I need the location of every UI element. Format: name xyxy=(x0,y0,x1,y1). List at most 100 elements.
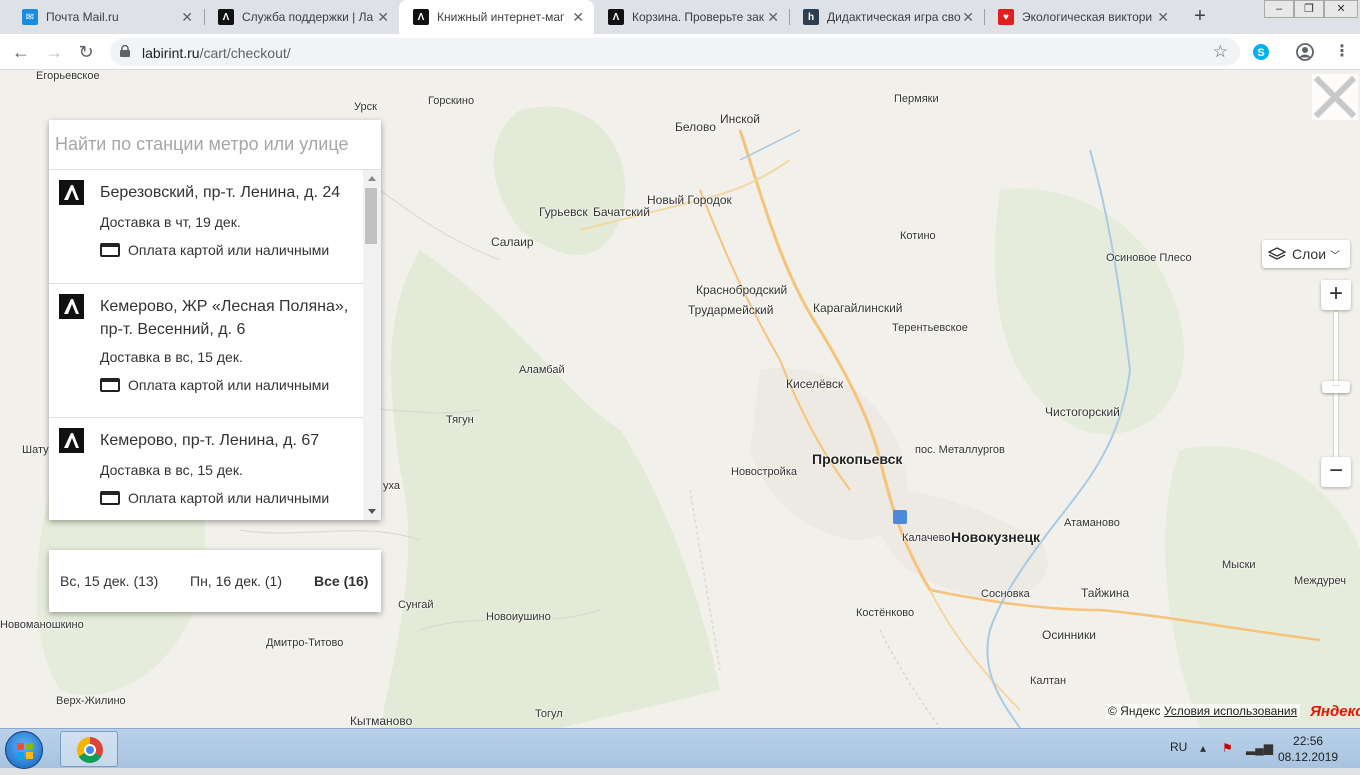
store-list-scrollbar[interactable] xyxy=(363,170,381,520)
map-label: Новый Городок xyxy=(647,193,732,207)
scroll-down-icon[interactable] xyxy=(368,509,376,514)
store-payment: Оплата картой или наличными xyxy=(100,377,329,393)
close-tab-icon[interactable]: ✕ xyxy=(377,9,389,25)
map-label: Киселёвск xyxy=(786,377,844,391)
close-tab-icon[interactable]: ✕ xyxy=(1157,9,1169,25)
tab-mail[interactable]: ✉ Почта Mail.ru ✕ xyxy=(8,0,203,34)
map-label: Осиновое Плесо xyxy=(1106,252,1192,264)
chrome-icon xyxy=(77,737,103,763)
reload-icon[interactable]: ↻ xyxy=(74,40,98,64)
map-label: Дмитро-Титово xyxy=(266,637,344,649)
store-payment: Оплата картой или наличными xyxy=(100,490,329,506)
language-indicator[interactable]: RU xyxy=(1170,740,1187,754)
store-item[interactable]: Кемерово, ЖР «Лесная Поляна», пр-т. Весе… xyxy=(49,284,363,418)
map-label: Чистогорский xyxy=(1045,405,1120,419)
tab-eco-quiz[interactable]: ♥ Экологическая виктори ✕ xyxy=(984,0,1179,34)
browser-toolbar: ← → ↻ labirint.ru/cart/checkout/ ☆ S ⋮ xyxy=(0,34,1360,70)
new-tab-button[interactable]: + xyxy=(1188,4,1212,28)
zoom-out-button[interactable]: − xyxy=(1321,457,1351,487)
skype-icon[interactable]: S xyxy=(1252,43,1270,61)
map-label: Салаир xyxy=(491,235,534,249)
map-label: Калтан xyxy=(1030,675,1067,687)
layers-icon xyxy=(1268,247,1286,260)
minimize-window-button[interactable]: ‒ xyxy=(1264,0,1294,18)
bookmark-star-icon[interactable]: ☆ xyxy=(1213,42,1228,62)
store-payment: Оплата картой или наличными xyxy=(100,242,329,258)
store-address: Кемерово, ЖР «Лесная Поляна», пр-т. Весе… xyxy=(100,298,349,338)
map-label: Инской xyxy=(720,112,761,126)
zoom-in-button[interactable]: + xyxy=(1321,280,1351,310)
store-item[interactable]: Кемерово, пр-т. Ленина, д. 67 Доставка в… xyxy=(49,418,363,520)
map-label: Карагайлинский xyxy=(813,301,903,315)
close-tab-icon[interactable]: ✕ xyxy=(962,9,974,25)
date-filter-option[interactable]: Пн, 16 дек. (1) xyxy=(190,573,282,589)
tab-didactic-game[interactable]: h Дидактическая игра сво ✕ xyxy=(789,0,984,34)
date-filter-option-selected[interactable]: Все (16) xyxy=(314,573,368,589)
tab-bookstore[interactable]: Λ Книжный интернет-маг ✕ xyxy=(399,0,594,34)
scrollbar-thumb[interactable] xyxy=(365,188,377,244)
chevron-down-icon: ﹀ xyxy=(1330,250,1341,262)
store-list-panel: Березовский, пр-т. Ленина, д. 24 Доставк… xyxy=(49,120,381,520)
profile-avatar-icon[interactable] xyxy=(1296,43,1314,61)
map-label: Новокузнецк xyxy=(951,529,1041,545)
delivery-date-filter: Вс, 15 дек. (13) Пн, 16 дек. (1) Все (16… xyxy=(49,550,381,612)
start-button[interactable] xyxy=(5,731,43,769)
map-label: Костёнково xyxy=(856,607,915,619)
tab-cart[interactable]: Λ Корзина. Проверьте зак ✕ xyxy=(594,0,789,34)
mail-icon: ✉ xyxy=(22,9,38,25)
map-label: Шату xyxy=(22,444,49,456)
signal-icon[interactable]: ▂▄▆ xyxy=(1246,741,1273,755)
restore-window-button[interactable]: ❐ xyxy=(1294,0,1324,18)
store-search-input[interactable] xyxy=(49,120,381,170)
store-delivery: Доставка в чт, 19 дек. xyxy=(100,214,241,230)
map-copyright: © Яндекс Условия использования xyxy=(1105,704,1301,718)
svg-text:S: S xyxy=(1257,47,1264,59)
map-view[interactable]: Егорьевское Урск Горскино Белово Инской … xyxy=(0,70,1360,728)
heart-icon: ♥ xyxy=(998,9,1014,25)
taskbar-chrome-button[interactable] xyxy=(60,731,118,767)
map-layers-button[interactable]: Слои ﹀ xyxy=(1262,240,1350,268)
close-tab-icon[interactable]: ✕ xyxy=(767,9,779,25)
labirint-logo-icon xyxy=(59,180,84,205)
date-filter-option[interactable]: Вс, 15 дек. (13) xyxy=(60,573,158,589)
labirint-logo-icon: Λ xyxy=(218,9,234,25)
map-label: Бачатский xyxy=(593,205,650,219)
map-label: Сунгай xyxy=(398,599,434,611)
map-label: Атаманово xyxy=(1064,517,1120,529)
terms-link[interactable]: Условия использования xyxy=(1164,704,1297,718)
map-label: Урск xyxy=(354,101,377,113)
zoom-slider-thumb[interactable]: ··· xyxy=(1322,381,1350,393)
map-label: Аламбай xyxy=(519,364,565,376)
forward-icon[interactable]: → xyxy=(42,40,66,64)
menu-dots-icon[interactable]: ⋮ xyxy=(1330,40,1354,64)
address-bar[interactable]: labirint.ru/cart/checkout/ ☆ xyxy=(110,38,1240,66)
windows-logo-icon xyxy=(17,743,33,759)
map-label: Новоиушино xyxy=(486,611,551,623)
close-icon xyxy=(1313,75,1357,119)
map-label: Новостройка xyxy=(731,466,797,478)
scroll-up-icon[interactable] xyxy=(368,176,376,181)
close-window-button[interactable]: ✕ xyxy=(1324,0,1358,18)
tray-expand-icon[interactable]: ▴ xyxy=(1200,741,1206,755)
close-tab-icon[interactable]: ✕ xyxy=(181,9,193,25)
close-map-button[interactable] xyxy=(1312,74,1358,120)
credit-card-icon xyxy=(100,491,120,505)
map-label: Тайжина xyxy=(1081,586,1130,600)
map-label: Терентьевское xyxy=(892,322,968,334)
labirint-logo-icon xyxy=(59,428,84,453)
map-label: Белово xyxy=(675,120,716,134)
system-clock[interactable]: 22:56 08.12.2019 xyxy=(1278,733,1338,765)
lock-icon xyxy=(120,45,130,57)
store-list[interactable]: Березовский, пр-т. Ленина, д. 24 Доставк… xyxy=(49,170,381,520)
credit-card-icon xyxy=(100,243,120,257)
site-h-icon: h xyxy=(803,9,819,25)
store-delivery: Доставка в вс, 15 дек. xyxy=(100,462,243,478)
back-icon[interactable]: ← xyxy=(9,40,33,64)
network-flag-icon[interactable]: ⚑ xyxy=(1222,741,1233,755)
windows-taskbar: RU ▴ ⚑ ▂▄▆ 22:56 08.12.2019 xyxy=(0,728,1360,769)
tab-support[interactable]: Λ Служба поддержки | Ла ✕ xyxy=(204,0,399,34)
close-tab-icon[interactable]: ✕ xyxy=(572,9,584,25)
store-item[interactable]: Березовский, пр-т. Ленина, д. 24 Доставк… xyxy=(49,170,363,284)
yandex-logo[interactable]: Яндекс xyxy=(1310,703,1360,720)
map-label: Краснобродский xyxy=(696,283,788,297)
